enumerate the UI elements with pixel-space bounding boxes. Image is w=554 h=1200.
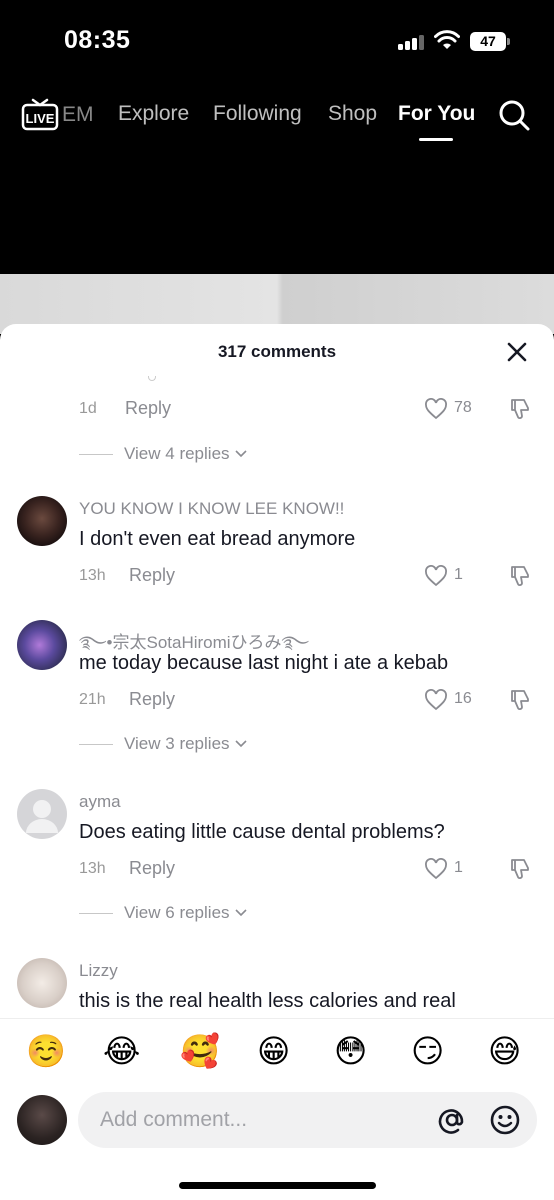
avatar[interactable] — [17, 496, 67, 546]
comment-text: this is the real health less calories an… — [79, 990, 456, 1012]
comment-text: I don't even eat bread anymore — [79, 528, 356, 550]
comment-username[interactable]: ayma — [79, 792, 121, 812]
emoji-grin[interactable]: 😁 — [257, 1033, 290, 1069]
view-replies-label: View 6 replies — [124, 903, 230, 922]
comment-text: me today because last night i ate a keba… — [79, 652, 449, 674]
dislike-icon[interactable] — [508, 688, 532, 712]
comment-age: 1d — [79, 400, 97, 417]
like-count: 16 — [454, 690, 472, 707]
avatar[interactable] — [17, 958, 67, 1008]
add-comment-input[interactable] — [78, 1092, 537, 1148]
emoji-picker-icon[interactable] — [489, 1104, 521, 1136]
home-indicator[interactable] — [179, 1182, 376, 1189]
clock: 08:35 — [64, 26, 131, 54]
active-tab-indicator — [419, 138, 453, 141]
battery-tip — [507, 38, 510, 45]
chevron-down-icon — [234, 909, 247, 917]
emoji-smirk[interactable]: 😏 — [411, 1033, 444, 1069]
like-count: 78 — [454, 399, 472, 416]
divider-line — [79, 453, 113, 455]
reply-button[interactable]: Reply — [125, 398, 171, 419]
comment-age: 13h — [79, 860, 106, 877]
live-icon[interactable]: LIVE — [21, 97, 59, 131]
dislike-icon[interactable] — [508, 564, 532, 588]
view-replies-button[interactable]: View 4 replies — [79, 444, 247, 464]
comment-text: Does eating little cause dental problems… — [79, 821, 445, 843]
tab-for-you[interactable]: For You — [398, 102, 475, 126]
reply-button[interactable]: Reply — [129, 689, 175, 710]
close-icon[interactable] — [505, 340, 529, 364]
view-replies-button[interactable]: View 3 replies — [79, 734, 247, 754]
heart-icon[interactable] — [424, 689, 448, 711]
comments-count-title: 317 comments — [217, 342, 337, 361]
dislike-icon[interactable] — [508, 397, 532, 421]
comment-username[interactable]: YOU KNOW I KNOW LEE KNOW!! — [79, 499, 344, 519]
reply-button[interactable]: Reply — [129, 565, 175, 586]
search-icon[interactable] — [498, 99, 530, 131]
emoji-fragment — [148, 376, 156, 381]
comment-age: 13h — [79, 567, 106, 584]
tab-explore[interactable]: Explore — [118, 102, 189, 126]
reply-button[interactable]: Reply — [129, 858, 175, 879]
tab-partial[interactable]: EM — [62, 103, 94, 127]
chevron-down-icon — [234, 740, 247, 748]
heart-icon[interactable] — [424, 565, 448, 587]
view-replies-label: View 3 replies — [124, 734, 230, 753]
dislike-icon[interactable] — [508, 857, 532, 881]
svg-text:LIVE: LIVE — [26, 111, 55, 126]
view-replies-label: View 4 replies — [124, 444, 230, 463]
heart-icon[interactable] — [424, 858, 448, 880]
tab-shop[interactable]: Shop — [328, 102, 377, 126]
comments-sheet: 317 comments 1d Reply 78 View 4 replies — [0, 324, 554, 1200]
emoji-quick-bar: ☺️ 😂 🥰 😁 😳 😏 😅 — [0, 1018, 554, 1084]
comment-age: 21h — [79, 691, 106, 708]
comment-input-row — [0, 1092, 554, 1154]
status-bar: 08:35 47 — [0, 0, 554, 80]
avatar[interactable] — [17, 620, 67, 670]
comment-list[interactable]: 1d Reply 78 View 4 replies YOU KNOW I KN… — [0, 370, 554, 1018]
comment-username[interactable]: Lizzy — [79, 961, 118, 981]
mention-icon[interactable] — [436, 1104, 468, 1136]
emoji-sweat-smile[interactable]: 😅 — [488, 1033, 521, 1069]
like-count: 1 — [454, 566, 463, 583]
emoji-flushed[interactable]: 😳 — [334, 1033, 367, 1069]
chevron-down-icon — [234, 450, 247, 458]
default-avatar-icon — [26, 800, 58, 833]
emoji-smiling-hearts[interactable]: 🥰 — [180, 1033, 220, 1069]
top-nav: LIVE EM Explore Following Shop For You — [0, 80, 554, 150]
like-count: 1 — [454, 859, 463, 876]
cellular-signal-icon — [398, 34, 426, 50]
heart-icon[interactable] — [424, 398, 448, 420]
view-replies-button[interactable]: View 6 replies — [79, 903, 247, 923]
emoji-relaxed[interactable]: ☺️ — [26, 1033, 66, 1069]
divider-line — [79, 912, 113, 914]
my-avatar — [17, 1095, 67, 1145]
divider-line — [79, 743, 113, 745]
emoji-joy[interactable]: 😂 — [103, 1033, 140, 1069]
avatar[interactable] — [17, 789, 67, 839]
battery-icon: 47 — [470, 32, 506, 51]
tab-following[interactable]: Following — [213, 102, 302, 126]
wifi-icon — [434, 30, 460, 49]
